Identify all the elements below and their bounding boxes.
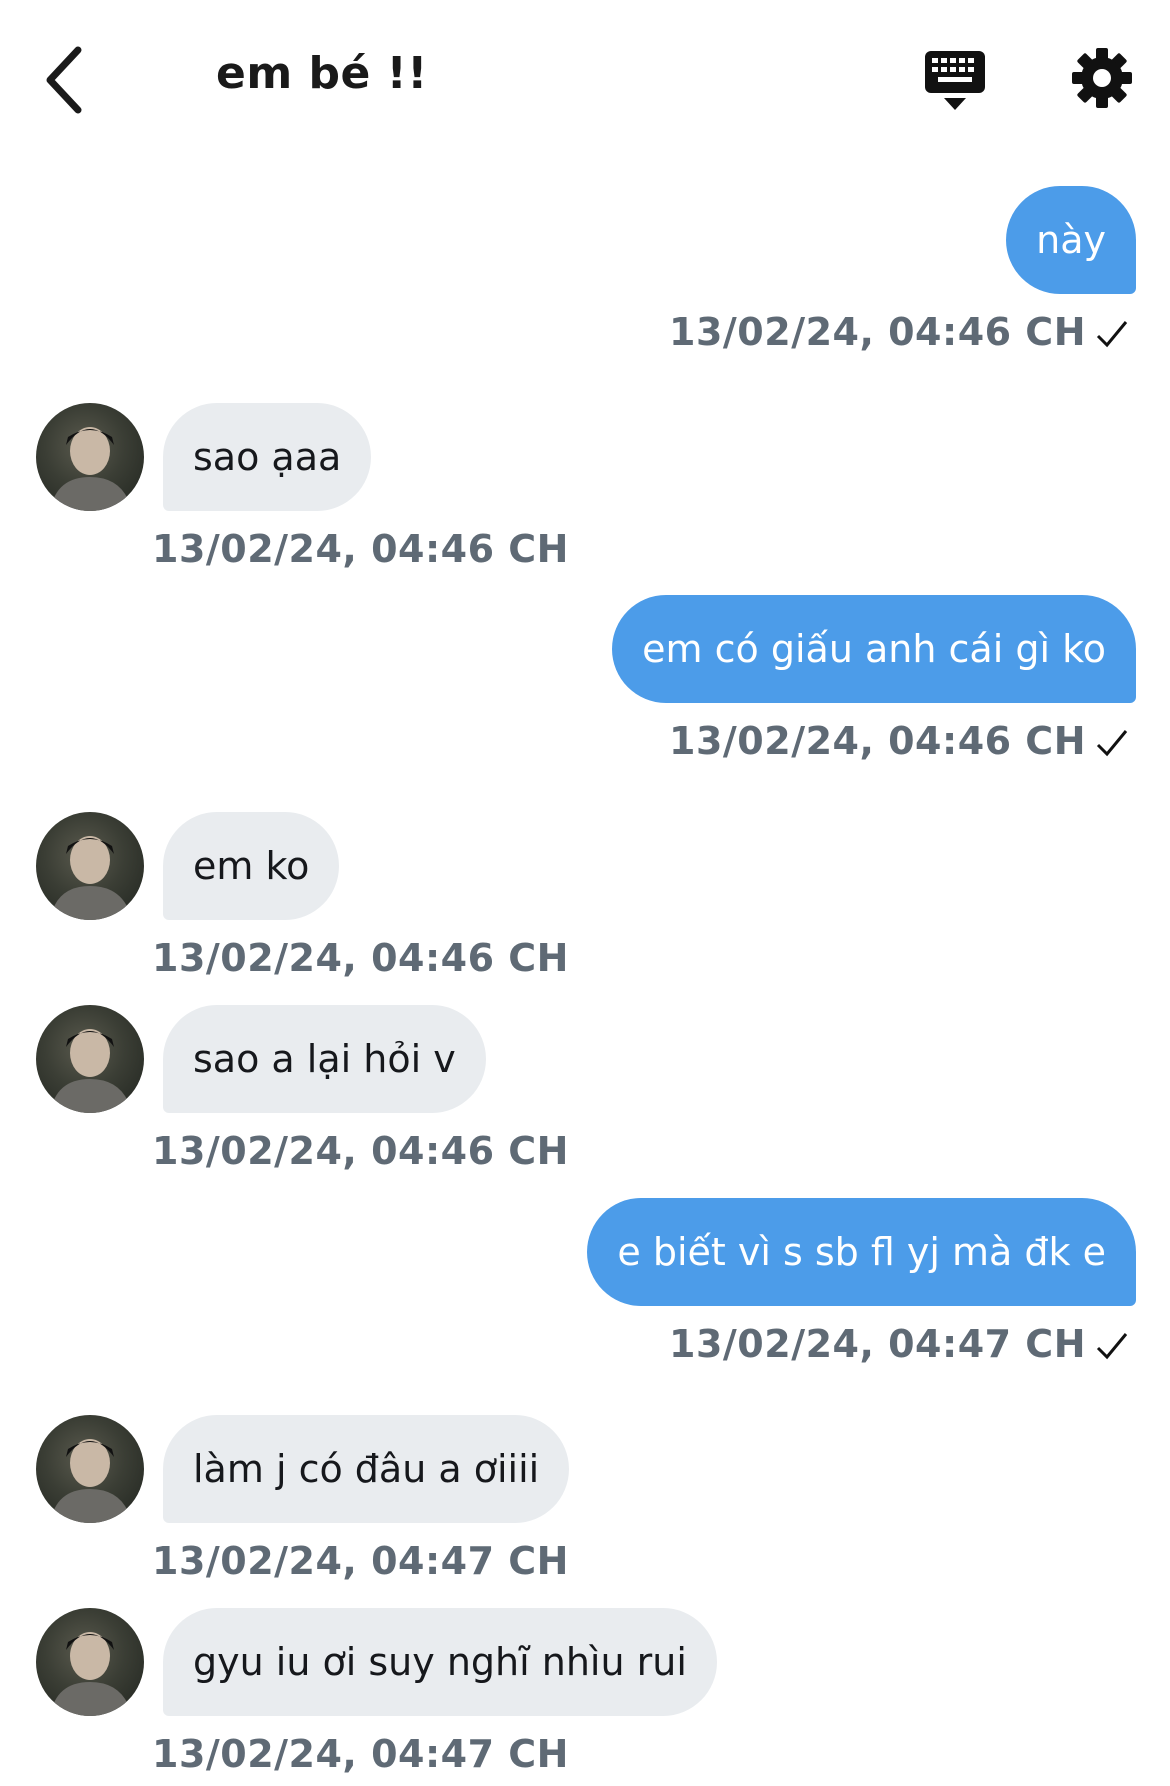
incoming-message-bubble[interactable]: em ko	[163, 812, 340, 920]
avatar[interactable]	[36, 812, 144, 920]
message-timestamp: 13/02/24, 04:46 CH	[669, 719, 1086, 763]
message-timestamp: 13/02/24, 04:46 CH	[152, 1129, 569, 1173]
outgoing-message-bubble[interactable]: em có giấu anh cái gì ko	[612, 595, 1136, 703]
chevron-left-icon	[46, 46, 82, 114]
sent-check-icon	[1096, 730, 1128, 757]
outgoing-message-bubble[interactable]: này	[1006, 186, 1136, 294]
message-timestamp: 13/02/24, 04:46 CH	[669, 310, 1086, 354]
message-timestamp: 13/02/24, 04:47 CH	[669, 1322, 1086, 1366]
incoming-message-bubble[interactable]: sao a lại hỏi v	[163, 1005, 486, 1113]
avatar-photo	[50, 836, 132, 920]
keyboard-button[interactable]	[922, 48, 988, 114]
settings-button[interactable]	[1070, 46, 1134, 110]
back-button[interactable]	[38, 42, 94, 118]
incoming-message-bubble[interactable]: sao ạaa	[163, 403, 372, 511]
message-timestamp: 13/02/24, 04:46 CH	[152, 936, 569, 980]
incoming-message-bubble[interactable]: gyu iu ơi suy nghĩ nhìu rui	[163, 1608, 717, 1716]
avatar-photo	[50, 427, 132, 511]
gear-icon	[1072, 48, 1132, 108]
message-timestamp: 13/02/24, 04:46 CH	[152, 527, 569, 571]
chat-title: em bé !!	[216, 48, 428, 99]
chat-header: em bé !!	[0, 0, 1170, 160]
avatar-photo	[50, 1029, 132, 1113]
sent-check-icon	[1096, 321, 1128, 348]
avatar[interactable]	[36, 403, 144, 511]
keyboard-icon	[925, 51, 985, 110]
avatar[interactable]	[36, 1415, 144, 1523]
avatar-photo	[50, 1632, 132, 1716]
message-timestamp: 13/02/24, 04:47 CH	[152, 1732, 569, 1776]
message-timestamp: 13/02/24, 04:47 CH	[152, 1539, 569, 1583]
incoming-message-bubble[interactable]: làm j có đâu a ơiiii	[163, 1415, 570, 1523]
outgoing-message-bubble[interactable]: e biết vì s sb fl yj mà đk e	[587, 1198, 1136, 1306]
avatar-photo	[50, 1439, 132, 1523]
avatar[interactable]	[36, 1608, 144, 1716]
avatar[interactable]	[36, 1005, 144, 1113]
sent-check-icon	[1096, 1333, 1128, 1360]
